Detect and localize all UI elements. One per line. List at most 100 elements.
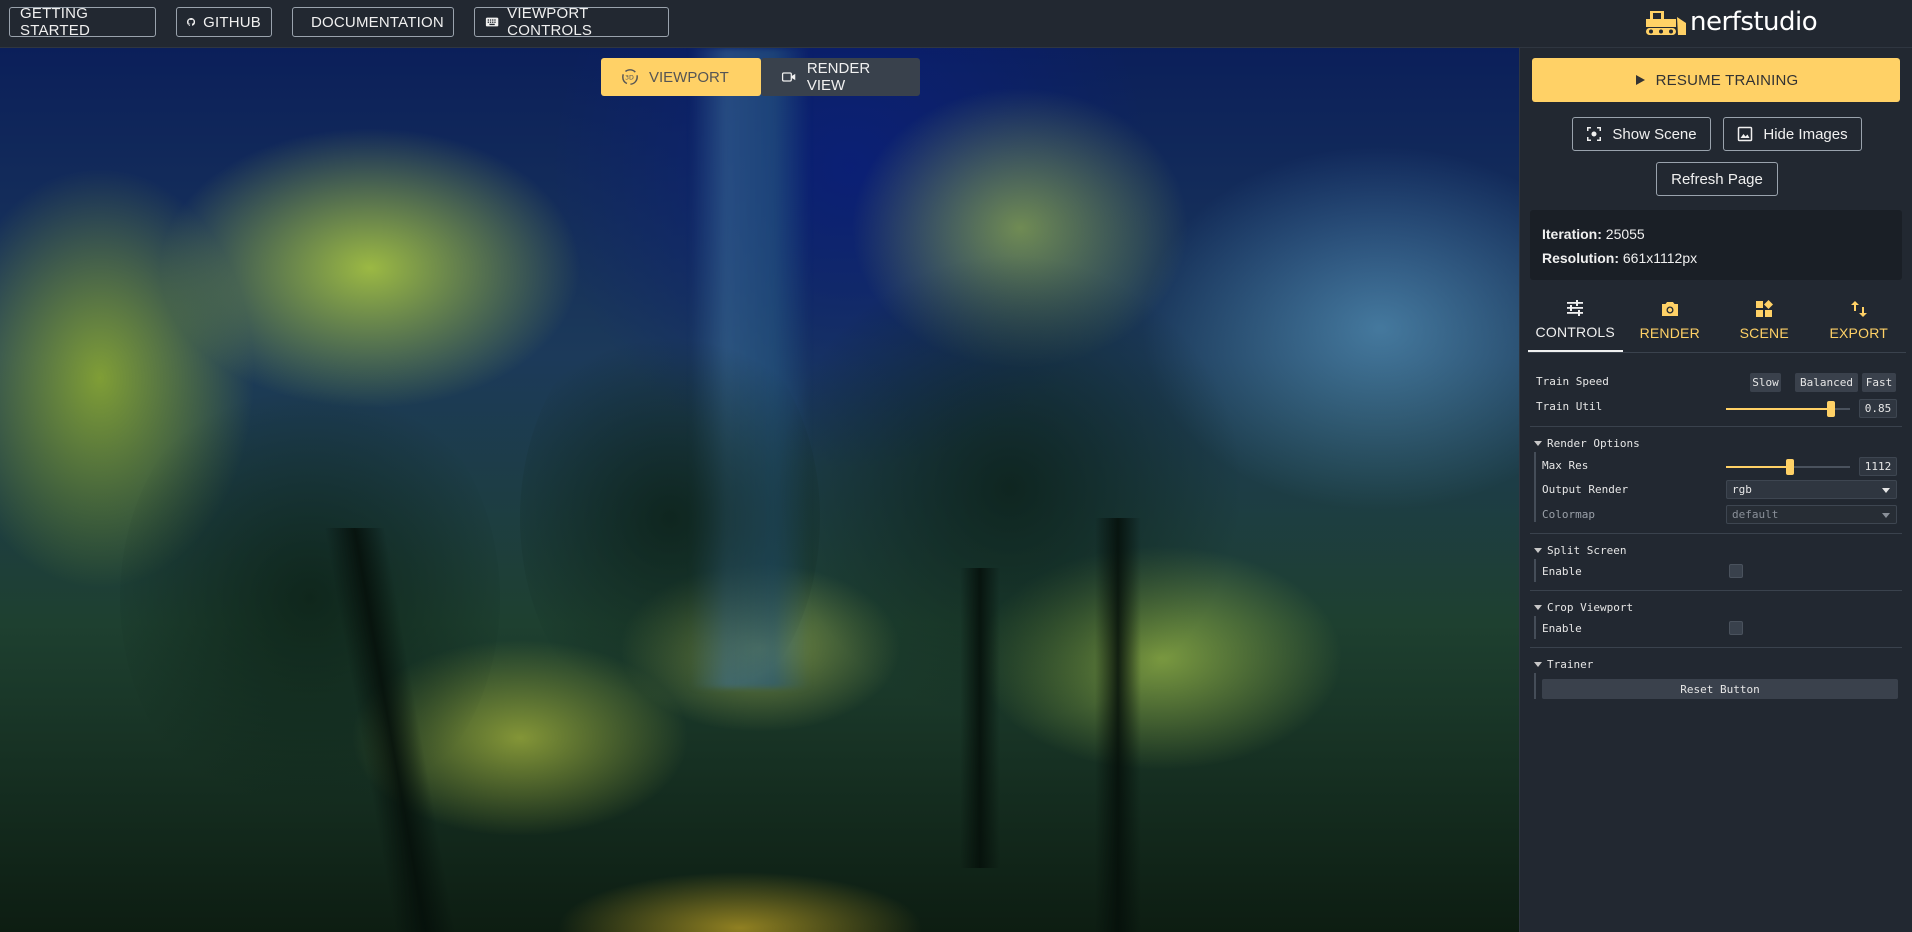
train-speed-slow-button[interactable]: Slow [1750, 373, 1781, 392]
nerfstudio-logo: nerfstudio [1644, 4, 1818, 40]
section-divider [1530, 647, 1902, 648]
chevron-down-icon [1534, 548, 1542, 553]
render-tree-shadow [120, 368, 500, 828]
train-util-slider-thumb[interactable] [1827, 401, 1835, 417]
train-speed-fast-button[interactable]: Fast [1862, 373, 1896, 392]
split-screen-title: Split Screen [1547, 544, 1627, 557]
render-tree-shadow [520, 308, 820, 728]
getting-started-button[interactable]: GETTING STARTED [9, 5, 156, 39]
panel-tabs: CONTROLS RENDER SCENE EXPORT [1528, 288, 1906, 352]
resolution-label: Resolution: [1542, 250, 1619, 266]
output-render-label: Output Render [1542, 483, 1629, 496]
tab-controls[interactable]: CONTROLS [1528, 288, 1623, 352]
documentation-button[interactable]: DOCUMENTATION [292, 7, 454, 37]
github-button[interactable]: GITHUB [176, 7, 272, 37]
view-toggle: 3D VIEWPORT RENDER VIEW [601, 58, 920, 96]
keyboard-icon [485, 17, 499, 27]
split-screen-indent-line [1534, 559, 1536, 582]
tab-export-label: EXPORT [1829, 325, 1888, 341]
resolution-row: Resolution: 661x1112px [1542, 246, 1902, 270]
viewport-controls-label: VIEWPORT CONTROLS [507, 5, 593, 39]
render-options-title: Render Options [1547, 437, 1640, 450]
chevron-down-icon [1882, 488, 1890, 493]
max-res-value[interactable]: 1112 [1859, 457, 1897, 476]
tab-export[interactable]: EXPORT [1812, 288, 1907, 352]
crop-viewport-indent-line [1534, 616, 1536, 639]
output-render-select[interactable]: rgb [1726, 480, 1897, 499]
train-speed-balanced-button[interactable]: Balanced [1795, 373, 1858, 392]
chevron-down-icon [1882, 513, 1890, 518]
widgets-icon [1756, 300, 1774, 317]
render-options-indent-line [1534, 452, 1536, 522]
max-res-slider-thumb[interactable] [1786, 459, 1794, 475]
tabs-divider [1528, 352, 1906, 353]
resume-training-button[interactable]: RESUME TRAINING [1532, 58, 1900, 102]
show-scene-button[interactable]: Show Scene [1572, 117, 1711, 151]
tab-scene-label: SCENE [1739, 325, 1789, 341]
reset-button[interactable]: Reset Button [1542, 679, 1898, 699]
trainer-indent-line [1534, 673, 1536, 699]
bulldozer-icon [1646, 11, 1686, 35]
github-icon [187, 17, 196, 26]
colormap-select[interactable]: default [1726, 505, 1897, 524]
train-util-value[interactable]: 0.85 [1859, 399, 1897, 418]
render-view-tab-label: RENDER VIEW [806, 60, 871, 94]
render-tree-shadow [780, 248, 1240, 728]
chevron-down-icon [1534, 662, 1542, 667]
resolution-value: 661x1112px [1622, 250, 1698, 266]
render-options-folder[interactable]: Render Options [1534, 437, 1640, 450]
hide-images-label: Hide Images [1763, 125, 1848, 143]
training-stats: Iteration: 25055 Resolution: 661x1112px [1530, 210, 1902, 280]
viewport-tab-button[interactable]: 3D VIEWPORT [601, 58, 761, 96]
show-scene-label: Show Scene [1612, 125, 1697, 143]
trainer-title: Trainer [1547, 658, 1594, 671]
chevron-down-icon [1534, 441, 1542, 446]
documentation-label: DOCUMENTATION [311, 13, 444, 31]
split-screen-enable-label: Enable [1542, 565, 1582, 578]
sliders-icon [1567, 300, 1584, 316]
crop-viewport-enable-checkbox[interactable] [1729, 621, 1743, 635]
camera-icon [1661, 302, 1678, 316]
section-divider [1530, 426, 1902, 427]
side-panel: RESUME TRAINING Show Scene Hide Images R… [1519, 48, 1912, 932]
3d-viewport[interactable]: 3D VIEWPORT RENDER VIEW [0, 48, 1519, 932]
render-view-tab-button[interactable]: RENDER VIEW [761, 58, 920, 96]
top-bar: GETTING STARTED GITHUB DOCUMENTATION VIE… [0, 0, 1912, 48]
tab-scene[interactable]: SCENE [1717, 288, 1812, 352]
play-icon [1635, 75, 1645, 85]
train-util-slider-fill [1726, 408, 1831, 410]
github-label: GITHUB [203, 13, 261, 31]
trainer-folder[interactable]: Trainer [1534, 658, 1593, 671]
resume-training-label: RESUME TRAINING [1655, 71, 1799, 89]
iteration-label: Iteration: [1542, 226, 1602, 242]
tab-render-label: RENDER [1639, 325, 1700, 341]
import-export-icon [1850, 301, 1867, 317]
svg-text:3D: 3D [625, 75, 634, 82]
3d-icon: 3D [622, 69, 638, 85]
split-screen-enable-checkbox[interactable] [1729, 564, 1743, 578]
max-res-slider-fill [1726, 466, 1790, 468]
viewport-tab-label: VIEWPORT [649, 68, 729, 86]
video-camera-icon [781, 72, 796, 82]
refresh-page-label: Refresh Page [1671, 170, 1763, 188]
render-tree-trunk [960, 568, 1000, 868]
tab-render[interactable]: RENDER [1623, 288, 1718, 352]
logo-text: nerfstudio [1690, 7, 1818, 37]
refresh-page-button[interactable]: Refresh Page [1656, 162, 1778, 196]
crop-viewport-folder[interactable]: Crop Viewport [1534, 601, 1633, 614]
viewport-controls-button[interactable]: VIEWPORT CONTROLS [474, 5, 669, 39]
crop-viewport-enable-label: Enable [1542, 622, 1582, 635]
max-res-label: Max Res [1542, 459, 1589, 472]
getting-started-label: GETTING STARTED [20, 5, 91, 39]
iteration-value: 25055 [1605, 226, 1645, 242]
crop-viewport-title: Crop Viewport [1547, 601, 1634, 614]
tab-controls-label: CONTROLS [1535, 324, 1615, 340]
output-render-value: rgb [1732, 483, 1752, 496]
iteration-row: Iteration: 25055 [1542, 222, 1902, 246]
split-screen-folder[interactable]: Split Screen [1534, 544, 1626, 557]
chevron-down-icon [1534, 605, 1542, 610]
colormap-value: default [1732, 508, 1779, 521]
hide-images-button[interactable]: Hide Images [1723, 117, 1862, 151]
center-focus-icon [1587, 127, 1602, 141]
colormap-label: Colormap [1542, 508, 1595, 521]
